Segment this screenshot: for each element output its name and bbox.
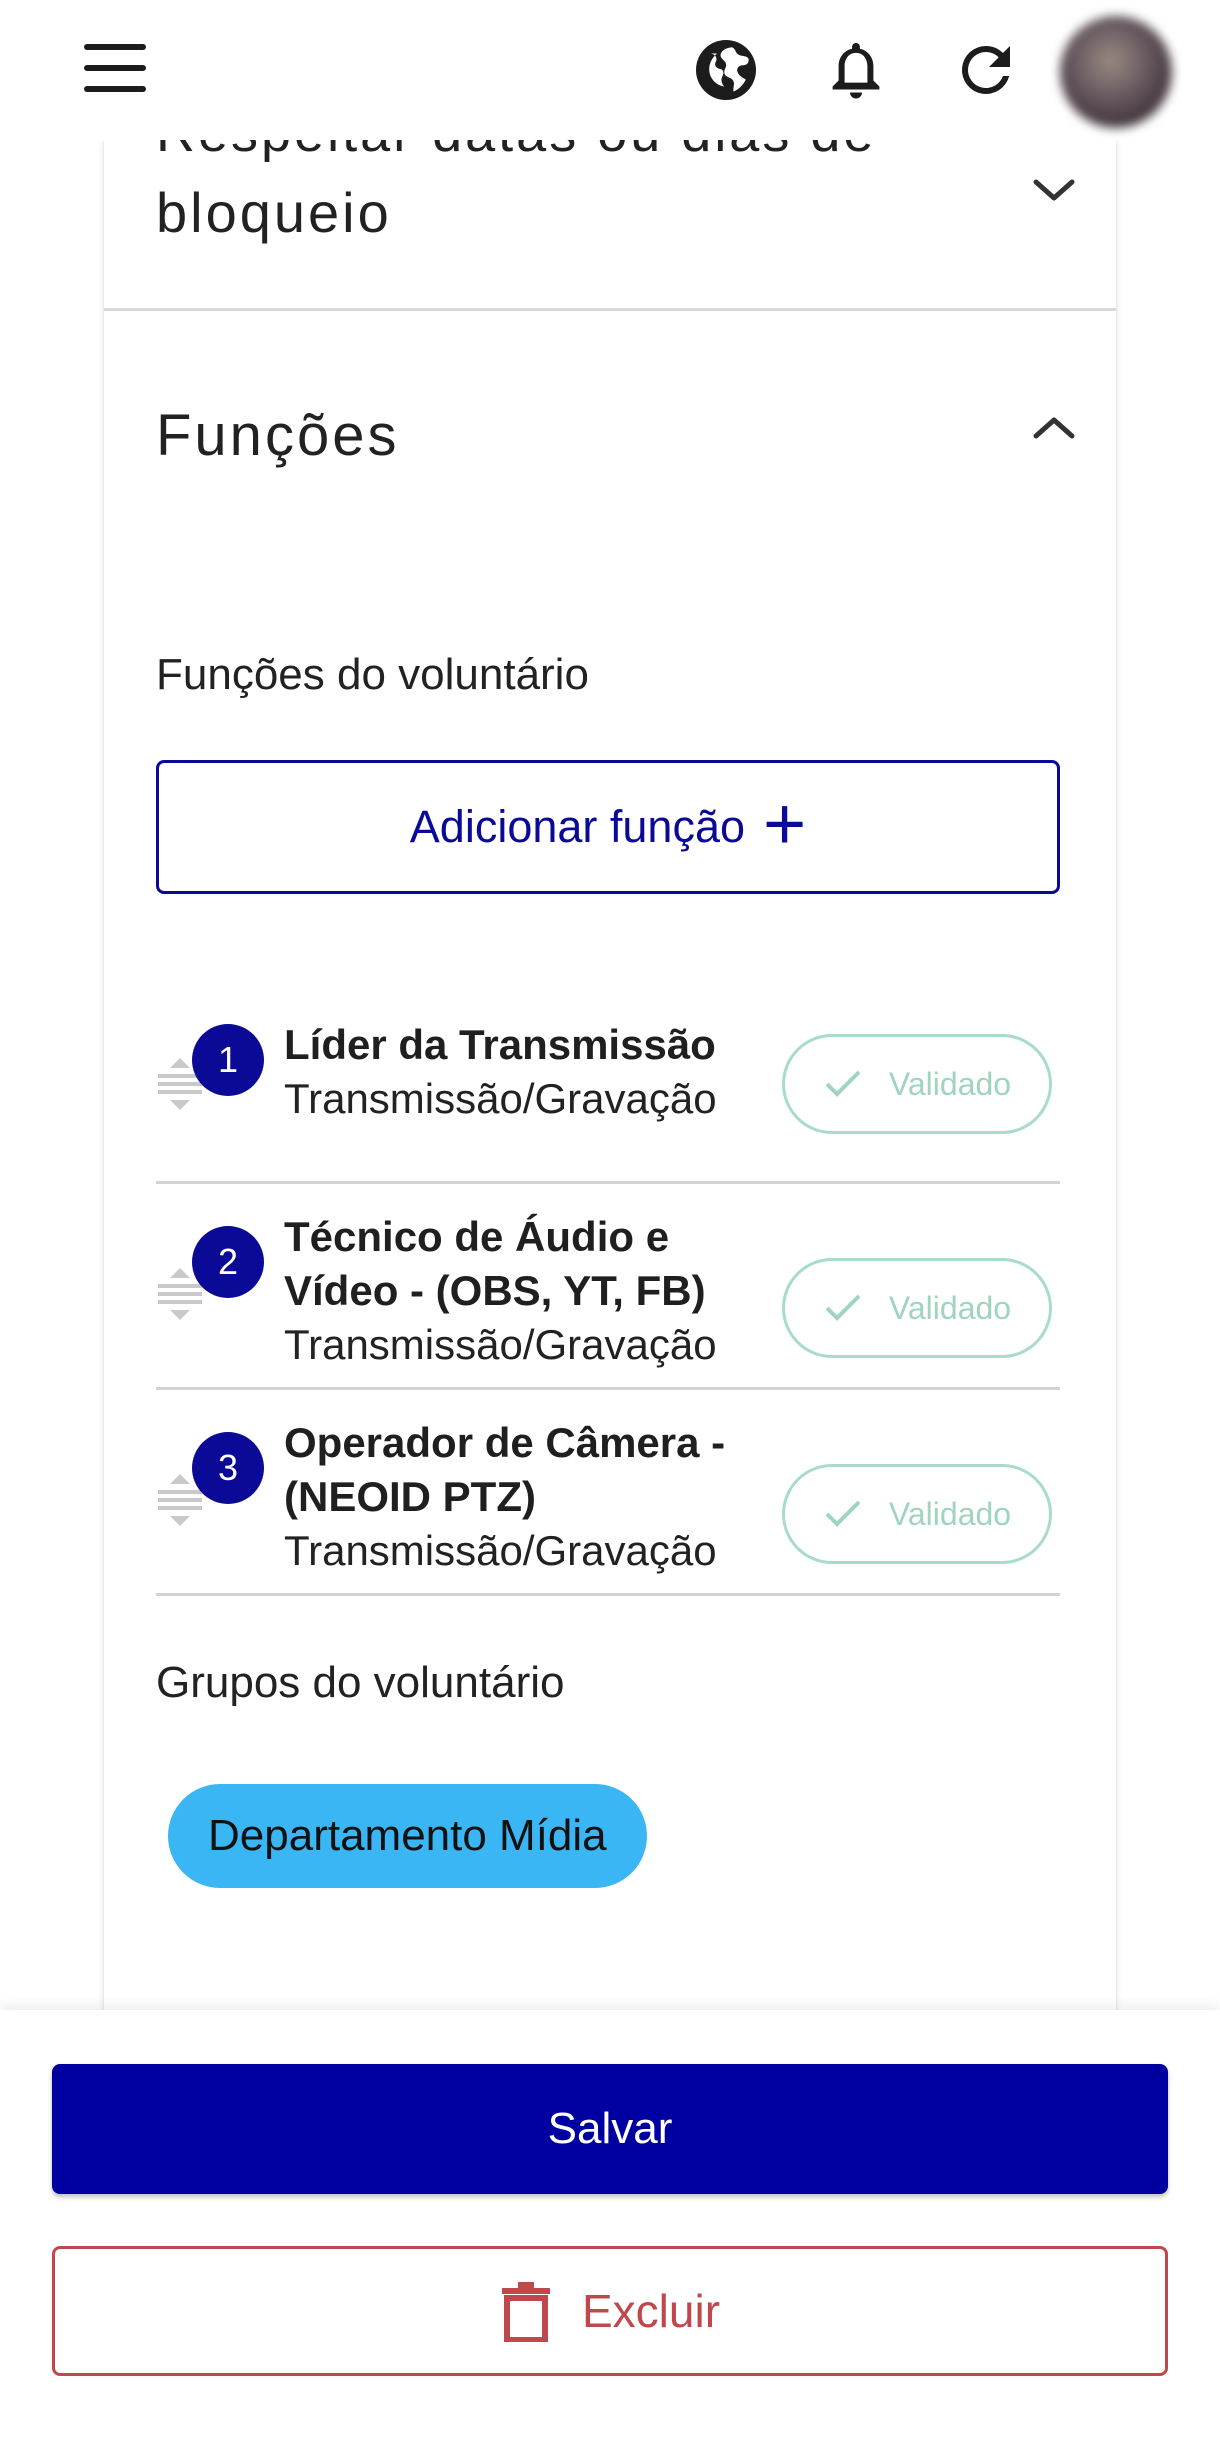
group-chip-label: Departamento Mídia bbox=[208, 1811, 607, 1860]
blocked-dates-title: bloqueio bbox=[156, 181, 392, 244]
delete-button[interactable]: Excluir bbox=[52, 2246, 1168, 2376]
function-title-line-2: Vídeo - (OBS, YT, FB) bbox=[284, 1267, 706, 1314]
function-row: 1 Líder da Transmissão Transmissão/Grava… bbox=[156, 978, 1060, 1184]
trash-icon bbox=[501, 2282, 550, 2342]
function-title-line-1: Técnico de Áudio e bbox=[284, 1213, 670, 1260]
add-function-button[interactable]: Adicionar função + bbox=[156, 760, 1060, 894]
status-label: Validado bbox=[888, 1065, 1012, 1102]
avatar[interactable] bbox=[1060, 16, 1172, 128]
status-label: Validado bbox=[888, 1289, 1012, 1326]
menu-icon[interactable] bbox=[84, 44, 146, 92]
check-icon bbox=[825, 1500, 861, 1527]
functions-section-title: Funções bbox=[156, 403, 400, 468]
delete-button-label: Excluir bbox=[581, 2285, 721, 2337]
order-badge: 1 bbox=[192, 1024, 264, 1096]
function-title-line-2: (NEOID PTZ) bbox=[284, 1473, 536, 1520]
function-title: Líder da Transmissão bbox=[284, 1021, 716, 1068]
volunteer-form-card: Respeitar datas ou dias de bloqueio Funç… bbox=[104, 103, 1116, 2040]
bell-icon[interactable] bbox=[820, 34, 892, 106]
blocked-dates-section[interactable]: Respeitar datas ou dias de bloqueio bbox=[104, 103, 1116, 311]
plus-icon: + bbox=[763, 782, 807, 865]
validated-status-button[interactable]: Validado bbox=[782, 1034, 1052, 1134]
function-area: Transmissão/Gravação bbox=[284, 1527, 717, 1574]
refresh-icon[interactable] bbox=[950, 34, 1022, 106]
save-button[interactable]: Salvar bbox=[52, 2064, 1168, 2194]
function-title-line-1: Operador de Câmera - bbox=[284, 1419, 726, 1466]
check-icon bbox=[825, 1294, 861, 1321]
order-badge: 3 bbox=[192, 1432, 264, 1504]
check-icon bbox=[825, 1070, 861, 1097]
globe-icon[interactable] bbox=[690, 34, 762, 106]
chevron-up-icon[interactable] bbox=[1032, 414, 1076, 442]
function-area: Transmissão/Gravação bbox=[284, 1075, 717, 1122]
chevron-down-icon[interactable] bbox=[1032, 176, 1076, 204]
function-area: Transmissão/Gravação bbox=[284, 1321, 717, 1368]
group-chip[interactable]: Departamento Mídia bbox=[168, 1784, 647, 1888]
function-row: 3 Operador de Câmera - (NEOID PTZ) Trans… bbox=[156, 1390, 1060, 1596]
order-badge: 2 bbox=[192, 1226, 264, 1298]
status-label: Validado bbox=[888, 1495, 1012, 1532]
add-function-label: Adicionar função bbox=[409, 801, 745, 852]
validated-status-button[interactable]: Validado bbox=[782, 1464, 1052, 1564]
validated-status-button[interactable]: Validado bbox=[782, 1258, 1052, 1358]
app-header bbox=[0, 0, 1220, 140]
volunteer-groups-label: Grupos do voluntário bbox=[156, 1658, 565, 1707]
function-row: 2 Técnico de Áudio e Vídeo - (OBS, YT, F… bbox=[156, 1184, 1060, 1390]
volunteer-functions-label: Funções do voluntário bbox=[156, 650, 589, 699]
save-button-label: Salvar bbox=[547, 2104, 673, 2153]
form-actions-footer: Salvar Excluir bbox=[0, 2010, 1220, 2450]
